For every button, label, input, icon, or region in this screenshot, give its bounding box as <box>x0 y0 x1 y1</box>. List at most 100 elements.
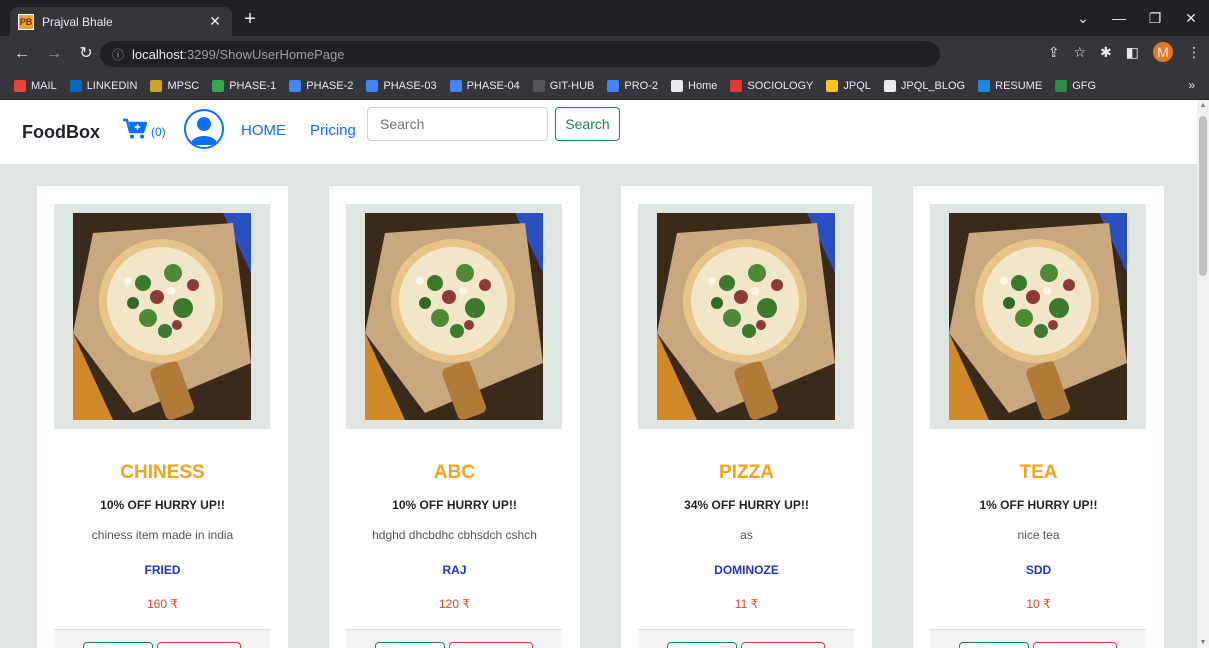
food-image-frame <box>346 204 562 429</box>
back-icon[interactable]: ← <box>12 44 32 64</box>
bookmark-item[interactable]: RESUME <box>978 79 1043 92</box>
food-description: chiness item made in india <box>91 528 234 542</box>
extensions-icon[interactable]: ✱ <box>1100 44 1112 61</box>
bookmark-label: RESUME <box>995 79 1043 92</box>
browser-tab[interactable]: PB Prajval Bhale ✕ <box>10 7 232 36</box>
bookmark-label: MAIL <box>31 79 57 92</box>
close-window-icon[interactable]: ✕ <box>1173 0 1209 36</box>
toolbar-icons: ⇪ ☆ ✱ ◧ M ⋮ <box>1048 42 1201 62</box>
url-field[interactable]: ⓘ localhost:3299/ShowUserHomePage <box>100 41 940 67</box>
brand-logo[interactable]: FoodBox <box>22 122 100 143</box>
site-info-icon[interactable]: ⓘ <box>112 46 124 63</box>
new-tab-icon[interactable]: + <box>240 9 260 29</box>
user-avatar[interactable] <box>184 109 224 149</box>
food-image-frame <box>638 204 854 429</box>
card-actions <box>346 629 562 648</box>
card-action-button-primary[interactable] <box>83 642 153 648</box>
search-button[interactable]: Search <box>555 107 620 141</box>
food-image-container <box>365 213 543 420</box>
window-controls: ⌄ — ❐ ✕ <box>1065 0 1209 36</box>
bookmarks-bar: MAIL LINKEDIN MPSC PHASE-1 PHASE-2 PHASE-03 PH… <box>0 72 1209 100</box>
scroll-down-icon[interactable]: ▼ <box>1197 639 1209 646</box>
minimize-icon[interactable]: — <box>1101 0 1137 36</box>
search-input[interactable] <box>367 107 548 141</box>
bookmark-label: JPQL <box>843 79 871 92</box>
restore-icon[interactable]: ❐ <box>1137 0 1173 36</box>
bookmark-item[interactable]: PHASE-03 <box>366 79 437 92</box>
card-actions <box>930 629 1146 648</box>
page-scrollbar[interactable]: ▲ ▼ <box>1197 100 1209 648</box>
bookmark-item[interactable]: PHASE-2 <box>289 79 354 92</box>
bookmark-label: PHASE-2 <box>306 79 354 92</box>
cart-count: (0) <box>151 125 166 139</box>
share-icon[interactable]: ⇪ <box>1048 44 1060 61</box>
food-card: PIZZA 34% OFF HURRY UP!! as DOMINOZE 11 ₹ <box>621 186 872 648</box>
nav-link-pricing[interactable]: Pricing <box>310 122 356 139</box>
food-card: TEA 1% OFF HURRY UP!! nice tea SDD 10 ₹ <box>913 186 1164 648</box>
bookmark-item[interactable]: Home <box>671 79 718 92</box>
tab-search-icon[interactable]: ⌄ <box>1065 0 1101 36</box>
bookmark-item[interactable]: SOCIOLOGY <box>730 79 814 92</box>
close-tab-icon[interactable]: ✕ <box>206 13 224 30</box>
bookmark-icon <box>69 79 82 92</box>
bookmark-label: PHASE-03 <box>383 79 437 92</box>
bookmark-icon <box>883 79 896 92</box>
site-navbar: FoodBox (0) HOME Pricing Search <box>0 100 1197 164</box>
card-actions <box>638 629 854 648</box>
bookmark-item[interactable]: PHASE-04 <box>449 79 520 92</box>
scroll-thumb[interactable] <box>1199 116 1207 276</box>
bookmark-label: LINKEDIN <box>86 79 138 92</box>
bookmark-label: JPQL_BLOG <box>900 79 966 92</box>
bookmark-icon <box>449 79 462 92</box>
bookmark-item[interactable]: JPQL_BLOG <box>883 79 966 92</box>
card-action-button-primary[interactable] <box>667 642 737 648</box>
food-image-container <box>949 213 1127 420</box>
cart-button[interactable]: (0) <box>122 118 166 140</box>
bookmark-icon <box>978 79 991 92</box>
more-bookmarks-icon[interactable]: » <box>1188 78 1195 92</box>
bookmark-label: PRO-2 <box>624 79 659 92</box>
bookmark-label: Home <box>688 79 718 92</box>
reload-icon[interactable]: ↻ <box>76 44 96 64</box>
page-content: FoodBox (0) HOME Pricing Search CHINESS 1… <box>0 100 1197 648</box>
food-price: 10 ₹ <box>1026 597 1051 611</box>
card-action-button-secondary[interactable] <box>157 642 241 648</box>
bookmark-item[interactable]: GIT-HUB <box>532 79 595 92</box>
card-action-button-secondary[interactable] <box>1033 642 1117 648</box>
bookmark-star-icon[interactable]: ☆ <box>1073 44 1086 61</box>
bookmark-item[interactable]: MAIL <box>14 79 57 92</box>
bookmark-icon <box>826 79 839 92</box>
food-title: TEA <box>1019 462 1058 483</box>
bookmark-icon <box>289 79 302 92</box>
bookmark-item[interactable]: PHASE-1 <box>212 79 276 92</box>
bookmark-item[interactable]: LINKEDIN <box>69 79 138 92</box>
food-price: 120 ₹ <box>439 597 470 611</box>
card-action-button-primary[interactable] <box>375 642 445 648</box>
bookmark-item[interactable]: GFG <box>1055 79 1096 92</box>
forward-icon[interactable]: → <box>44 44 64 64</box>
food-image <box>73 213 251 420</box>
bookmark-item[interactable]: JPQL <box>826 79 871 92</box>
bookmark-item[interactable]: PRO-2 <box>607 79 659 92</box>
food-vendor: FRIED <box>144 563 181 577</box>
bookmark-item[interactable]: MPSC <box>150 79 199 92</box>
side-panel-icon[interactable]: ◧ <box>1126 44 1139 61</box>
cart-icon <box>123 118 148 139</box>
bookmark-icon <box>14 79 26 92</box>
food-card: ABC 10% OFF HURRY UP!! hdghd dhcbdhc cbhsd… <box>329 186 580 648</box>
user-icon <box>190 117 218 145</box>
scroll-up-icon[interactable]: ▲ <box>1197 102 1209 109</box>
card-action-button-primary[interactable] <box>959 642 1029 648</box>
food-description: as <box>740 528 753 542</box>
bookmark-label: SOCIOLOGY <box>747 79 814 92</box>
profile-avatar[interactable]: M <box>1153 42 1173 62</box>
nav-link-home[interactable]: HOME <box>241 122 286 139</box>
bookmark-icon <box>730 79 743 92</box>
card-action-button-secondary[interactable] <box>449 642 533 648</box>
food-offer: 10% OFF HURRY UP!! <box>392 498 517 512</box>
tab-favicon-icon: PB <box>18 13 34 30</box>
bookmark-label: GIT-HUB <box>549 79 595 92</box>
bookmark-icon <box>150 79 163 92</box>
menu-icon[interactable]: ⋮ <box>1187 44 1201 61</box>
card-action-button-secondary[interactable] <box>741 642 825 648</box>
